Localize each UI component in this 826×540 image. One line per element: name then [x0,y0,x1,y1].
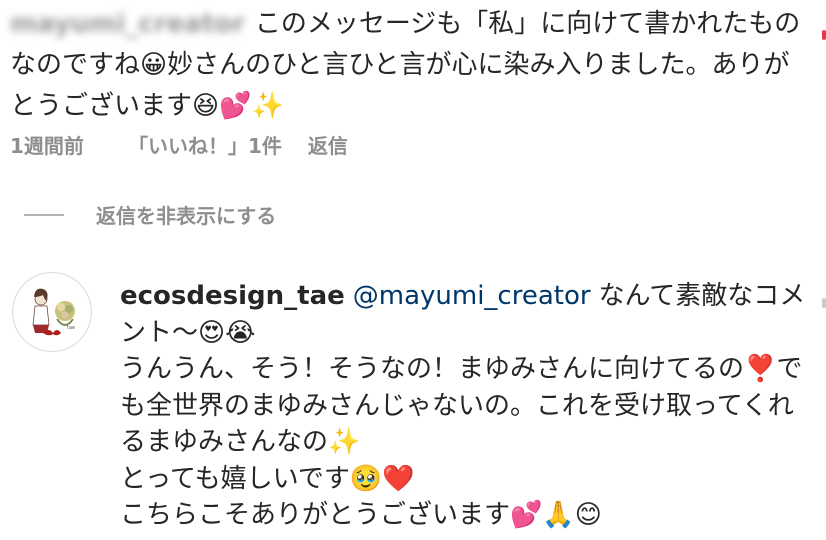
likes-count[interactable]: 「いいね！」1件 [128,130,282,159]
reply-comment: ecosdesign_tae @mayumi_creator なんて素敵なコメント〜… [120,278,810,534]
like-heart-icon[interactable] [822,298,826,308]
avatar[interactable]: tae [12,272,92,352]
hide-replies-button[interactable]: 返信を非表示にする [24,200,276,229]
divider-line [24,213,64,216]
reply-line-3: とっても嬉しいです🥹❤️ [120,463,415,494]
parent-comment: mayumi_creator このメッセージも「私」に向けて書かれたものなのですね… [10,4,810,127]
parent-comment-meta: 1週間前 「いいね！」1件 返信 [10,130,348,159]
reply-line-2: うんうん、そう！そうなの！まゆみさんに向けてるの❣️でも全世界のまゆみさんじゃな… [120,354,803,457]
hide-replies-label: 返信を非表示にする [96,204,277,228]
reply-comment-text: ecosdesign_tae @mayumi_creator なんて素敵なコメント〜… [120,278,810,534]
avatar-illustration-icon: tae [14,274,90,350]
reply-button[interactable]: 返信 [308,130,348,159]
like-heart-icon[interactable] [822,30,826,40]
comment-timestamp[interactable]: 1週間前 [10,130,128,159]
reply-username[interactable]: ecosdesign_tae [120,281,345,311]
reply-mention[interactable]: @mayumi_creator [353,281,591,311]
parent-comment-username[interactable]: mayumi_creator [10,4,245,45]
svg-text:tae: tae [67,325,75,331]
reply-line-4: こちらこそありがとうございます💕🙏😊 [120,500,602,530]
parent-comment-text: mayumi_creator このメッセージも「私」に向けて書かれたものなのですね… [10,4,810,127]
